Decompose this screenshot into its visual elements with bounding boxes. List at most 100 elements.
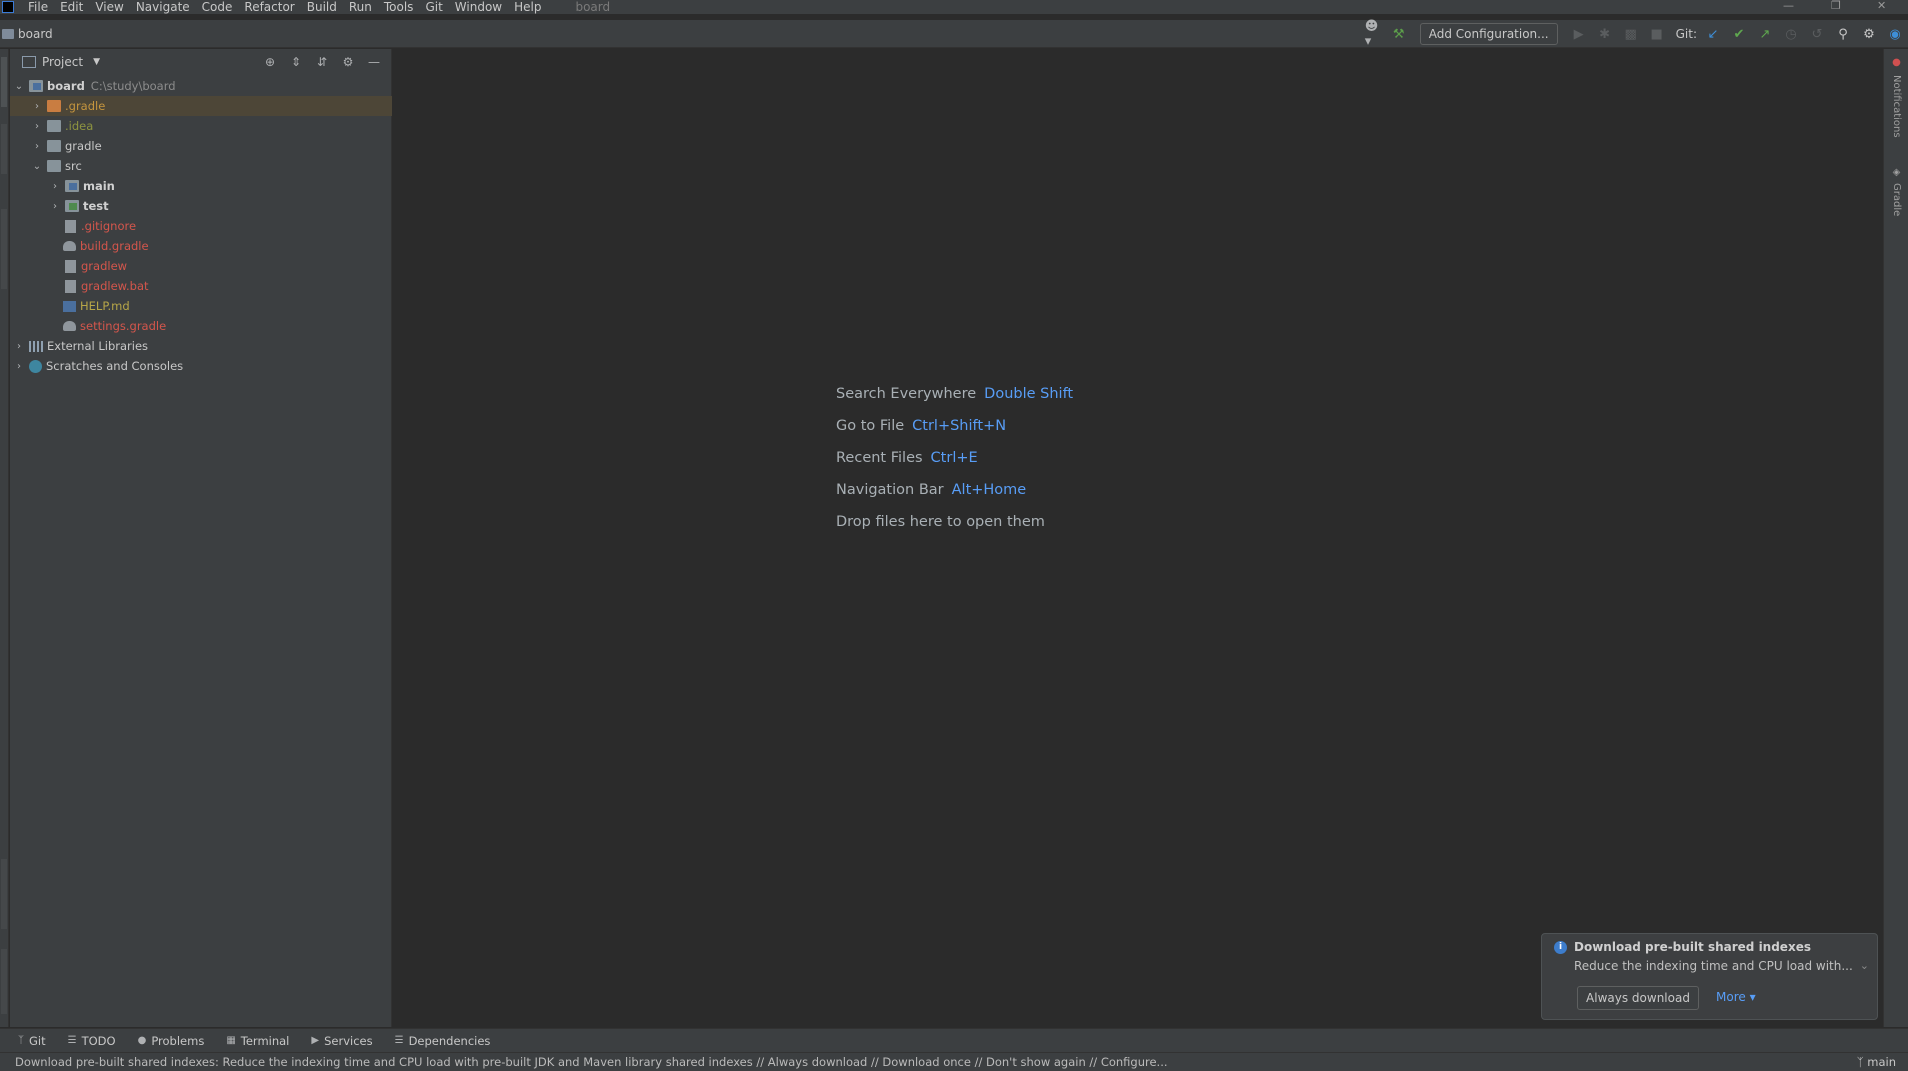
tree-item-settings-gradle[interactable]: settings.gradle	[10, 316, 392, 336]
tree-item-build-gradle[interactable]: build.gradle	[10, 236, 392, 256]
menu-view[interactable]: View	[89, 0, 129, 14]
menu-file[interactable]: File	[22, 0, 54, 14]
tree-item-dot-gradle[interactable]: › .gradle	[10, 96, 392, 116]
left-tool-stripe	[0, 49, 9, 1027]
tab-git[interactable]: ᛉ Git	[18, 1034, 46, 1048]
git-push-icon[interactable]: ↗	[1757, 26, 1773, 42]
build-hammer-icon[interactable]: ⚒	[1391, 26, 1407, 42]
close-icon[interactable]: ✕	[1877, 0, 1886, 12]
hint-shortcut[interactable]: Ctrl+Shift+N	[912, 418, 1006, 434]
bottom-tool-bar: ᛉ Git ☰ TODO ● Problems ▦ Terminal ▶ Ser…	[0, 1028, 1908, 1052]
hint-shortcut[interactable]: Double Shift	[984, 386, 1073, 402]
menu-run[interactable]: Run	[343, 0, 378, 14]
chevron-down-icon[interactable]: ⌄	[31, 161, 43, 172]
gradle-stripe-tab[interactable]: Gradle	[1891, 183, 1902, 216]
add-configuration-button[interactable]: Add Configuration...	[1419, 23, 1558, 45]
chevron-right-icon[interactable]: ›	[13, 361, 25, 372]
menu-refactor[interactable]: Refactor	[238, 0, 300, 14]
git-update-icon[interactable]: ↙	[1705, 26, 1721, 42]
hint-shortcut[interactable]: Alt+Home	[952, 482, 1027, 498]
library-icon	[29, 340, 43, 352]
status-message[interactable]: Download pre-built shared indexes: Reduc…	[15, 1055, 1168, 1069]
coverage-icon[interactable]: ▩	[1623, 26, 1639, 42]
chevron-down-icon[interactable]: ▼	[93, 57, 100, 67]
tree-item-src[interactable]: ⌄ src	[10, 156, 392, 176]
locate-file-icon[interactable]: ⊕	[262, 55, 278, 69]
tree-item-label: HELP.md	[80, 299, 130, 313]
tree-item-gitignore[interactable]: .gitignore	[10, 216, 392, 236]
minimize-icon[interactable]: —	[1783, 0, 1794, 12]
panel-settings-gear-icon[interactable]: ⚙	[340, 55, 356, 69]
tab-services[interactable]: ▶ Services	[311, 1034, 372, 1048]
git-branch-widget[interactable]: ᛉ main	[1857, 1055, 1896, 1069]
restore-icon[interactable]: ❐	[1831, 0, 1841, 12]
collapse-all-icon[interactable]: ⇵	[314, 55, 330, 69]
tree-item-scratches[interactable]: › Scratches and Consoles	[10, 356, 392, 376]
debug-icon[interactable]: ✱	[1597, 26, 1613, 42]
expand-all-icon[interactable]: ⇕	[288, 55, 304, 69]
chevron-right-icon[interactable]: ›	[49, 181, 61, 192]
gitignore-file-icon	[65, 219, 76, 233]
tree-item-label: gradle	[65, 139, 102, 153]
window-title: board	[575, 0, 611, 14]
settings-gear-icon[interactable]: ⚙	[1861, 26, 1877, 42]
breadcrumb[interactable]: board	[2, 27, 53, 41]
tree-item-idea[interactable]: › .idea	[10, 116, 392, 136]
hide-panel-icon[interactable]: —	[366, 55, 382, 69]
tab-todo[interactable]: ☰ TODO	[68, 1034, 116, 1048]
project-stripe-tab[interactable]	[1, 57, 7, 107]
notifications-bell-icon[interactable]: ●	[1891, 57, 1902, 68]
info-icon: i	[1554, 941, 1567, 954]
tree-item-board[interactable]: ⌄ board C:\study\board	[10, 76, 392, 96]
gradle-file-icon	[63, 321, 76, 331]
tree-item-gradlew[interactable]: gradlew	[10, 256, 392, 276]
git-history-icon[interactable]: ◷	[1783, 26, 1799, 42]
menu-navigate[interactable]: Navigate	[130, 0, 196, 14]
chevron-right-icon[interactable]: ›	[13, 341, 25, 352]
more-link[interactable]: More ▾	[1716, 990, 1756, 1004]
chevron-down-icon[interactable]: ⌄	[1860, 959, 1869, 972]
menu-window[interactable]: Window	[449, 0, 508, 14]
editor-empty-area[interactable]: Search Everywhere Double Shift Go to Fil…	[393, 49, 1882, 1027]
menu-help[interactable]: Help	[508, 0, 547, 14]
commit-stripe-tab[interactable]	[1, 124, 7, 174]
chevron-down-icon[interactable]: ⌄	[13, 81, 25, 92]
hint-shortcut[interactable]: Ctrl+E	[931, 450, 978, 466]
tab-terminal[interactable]: ▦ Terminal	[226, 1034, 289, 1048]
menu-tools[interactable]: Tools	[378, 0, 420, 14]
jetbrains-toolbox-icon[interactable]: ◉	[1887, 26, 1903, 42]
structure-stripe-tab[interactable]	[1, 949, 7, 1014]
tree-item-label: External Libraries	[47, 339, 149, 353]
tree-item-external-libraries[interactable]: › External Libraries	[10, 336, 392, 356]
menu-git[interactable]: Git	[419, 0, 448, 14]
chevron-right-icon[interactable]: ›	[49, 201, 61, 212]
bookmarks-stripe-tab[interactable]	[1, 859, 7, 929]
tree-item-label: src	[65, 159, 82, 173]
main-toolbar: ☻▾ ⚒ Add Configuration... ▶ ✱ ▩ ■ Git: ↙…	[1360, 19, 1908, 49]
chevron-right-icon[interactable]: ›	[31, 101, 43, 112]
tree-item-gradle[interactable]: › gradle	[10, 136, 392, 156]
always-download-button[interactable]: Always download	[1577, 986, 1699, 1010]
git-rollback-icon[interactable]: ↺	[1809, 26, 1825, 42]
tree-item-gradlew-bat[interactable]: gradlew.bat	[10, 276, 392, 296]
search-icon[interactable]: ⚲	[1835, 26, 1851, 42]
stop-icon[interactable]: ■	[1649, 26, 1665, 42]
batch-file-icon	[65, 279, 76, 293]
menu-edit[interactable]: Edit	[54, 0, 89, 14]
tab-problems[interactable]: ● Problems	[138, 1034, 205, 1048]
notifications-stripe-tab[interactable]: Notifications	[1891, 75, 1902, 138]
tree-item-main[interactable]: › main	[10, 176, 392, 196]
pull-requests-stripe-tab[interactable]	[1, 209, 7, 289]
git-commit-icon[interactable]: ✔	[1731, 26, 1747, 42]
project-panel-title[interactable]: Project	[42, 55, 83, 69]
tab-dependencies[interactable]: ☰ Dependencies	[395, 1034, 491, 1048]
menu-code[interactable]: Code	[196, 0, 239, 14]
chevron-right-icon[interactable]: ›	[31, 141, 43, 152]
folder-icon	[47, 160, 61, 172]
tree-item-test[interactable]: › test	[10, 196, 392, 216]
chevron-right-icon[interactable]: ›	[31, 121, 43, 132]
tree-item-help-md[interactable]: HELP.md	[10, 296, 392, 316]
menu-build[interactable]: Build	[301, 0, 343, 14]
run-icon[interactable]: ▶	[1571, 26, 1587, 42]
user-icon[interactable]: ☻▾	[1365, 19, 1381, 49]
